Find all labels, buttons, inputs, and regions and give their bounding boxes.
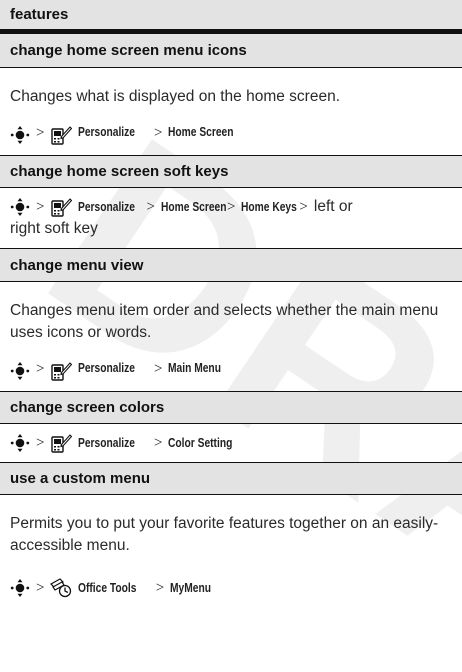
table-header: features xyxy=(0,0,462,34)
nav-key-icon xyxy=(10,362,30,380)
menu-path-menu-view: > Personalize > Main Menu xyxy=(0,361,462,391)
personalize-icon xyxy=(51,126,73,145)
manual-page: DRA features change home screen menu ico… xyxy=(0,0,462,672)
nav-key-icon xyxy=(10,579,30,597)
section-title-menu-view: change menu view xyxy=(0,248,462,282)
menu-path-screen-colors: > Personalize > Color Setting xyxy=(0,424,462,462)
section-title-screen-colors: change screen colors xyxy=(0,391,462,424)
nav-key-icon xyxy=(10,126,30,144)
section-title-soft-keys: change home screen soft keys xyxy=(0,155,462,188)
menu-path-soft-keys: > Personalize > Home Screen > Home Keys … xyxy=(10,198,353,237)
section-title-custom-menu: use a custom menu xyxy=(0,462,462,495)
personalize-icon xyxy=(51,362,73,381)
section-desc-home-icons: Changes what is displayed on the home sc… xyxy=(10,87,341,105)
section-title-home-icons: change home screen menu icons xyxy=(0,34,462,68)
personalize-icon xyxy=(51,434,73,453)
table-header-label: features xyxy=(10,6,69,23)
office-tools-icon xyxy=(50,578,72,598)
section-desc-custom-menu: Permits you to put your favorite feature… xyxy=(10,515,439,554)
section-desc-menu-view: Changes menu item order and selects whet… xyxy=(10,301,439,341)
personalize-icon xyxy=(51,198,73,217)
nav-key-icon xyxy=(10,198,30,216)
nav-key-icon xyxy=(10,434,30,452)
menu-path-home-icons: > Personalize > Home Screen xyxy=(0,125,462,155)
features-table: features change home screen menu icons C… xyxy=(0,0,462,601)
menu-path-custom-menu: > Office Tools > MyMenu xyxy=(0,575,462,601)
